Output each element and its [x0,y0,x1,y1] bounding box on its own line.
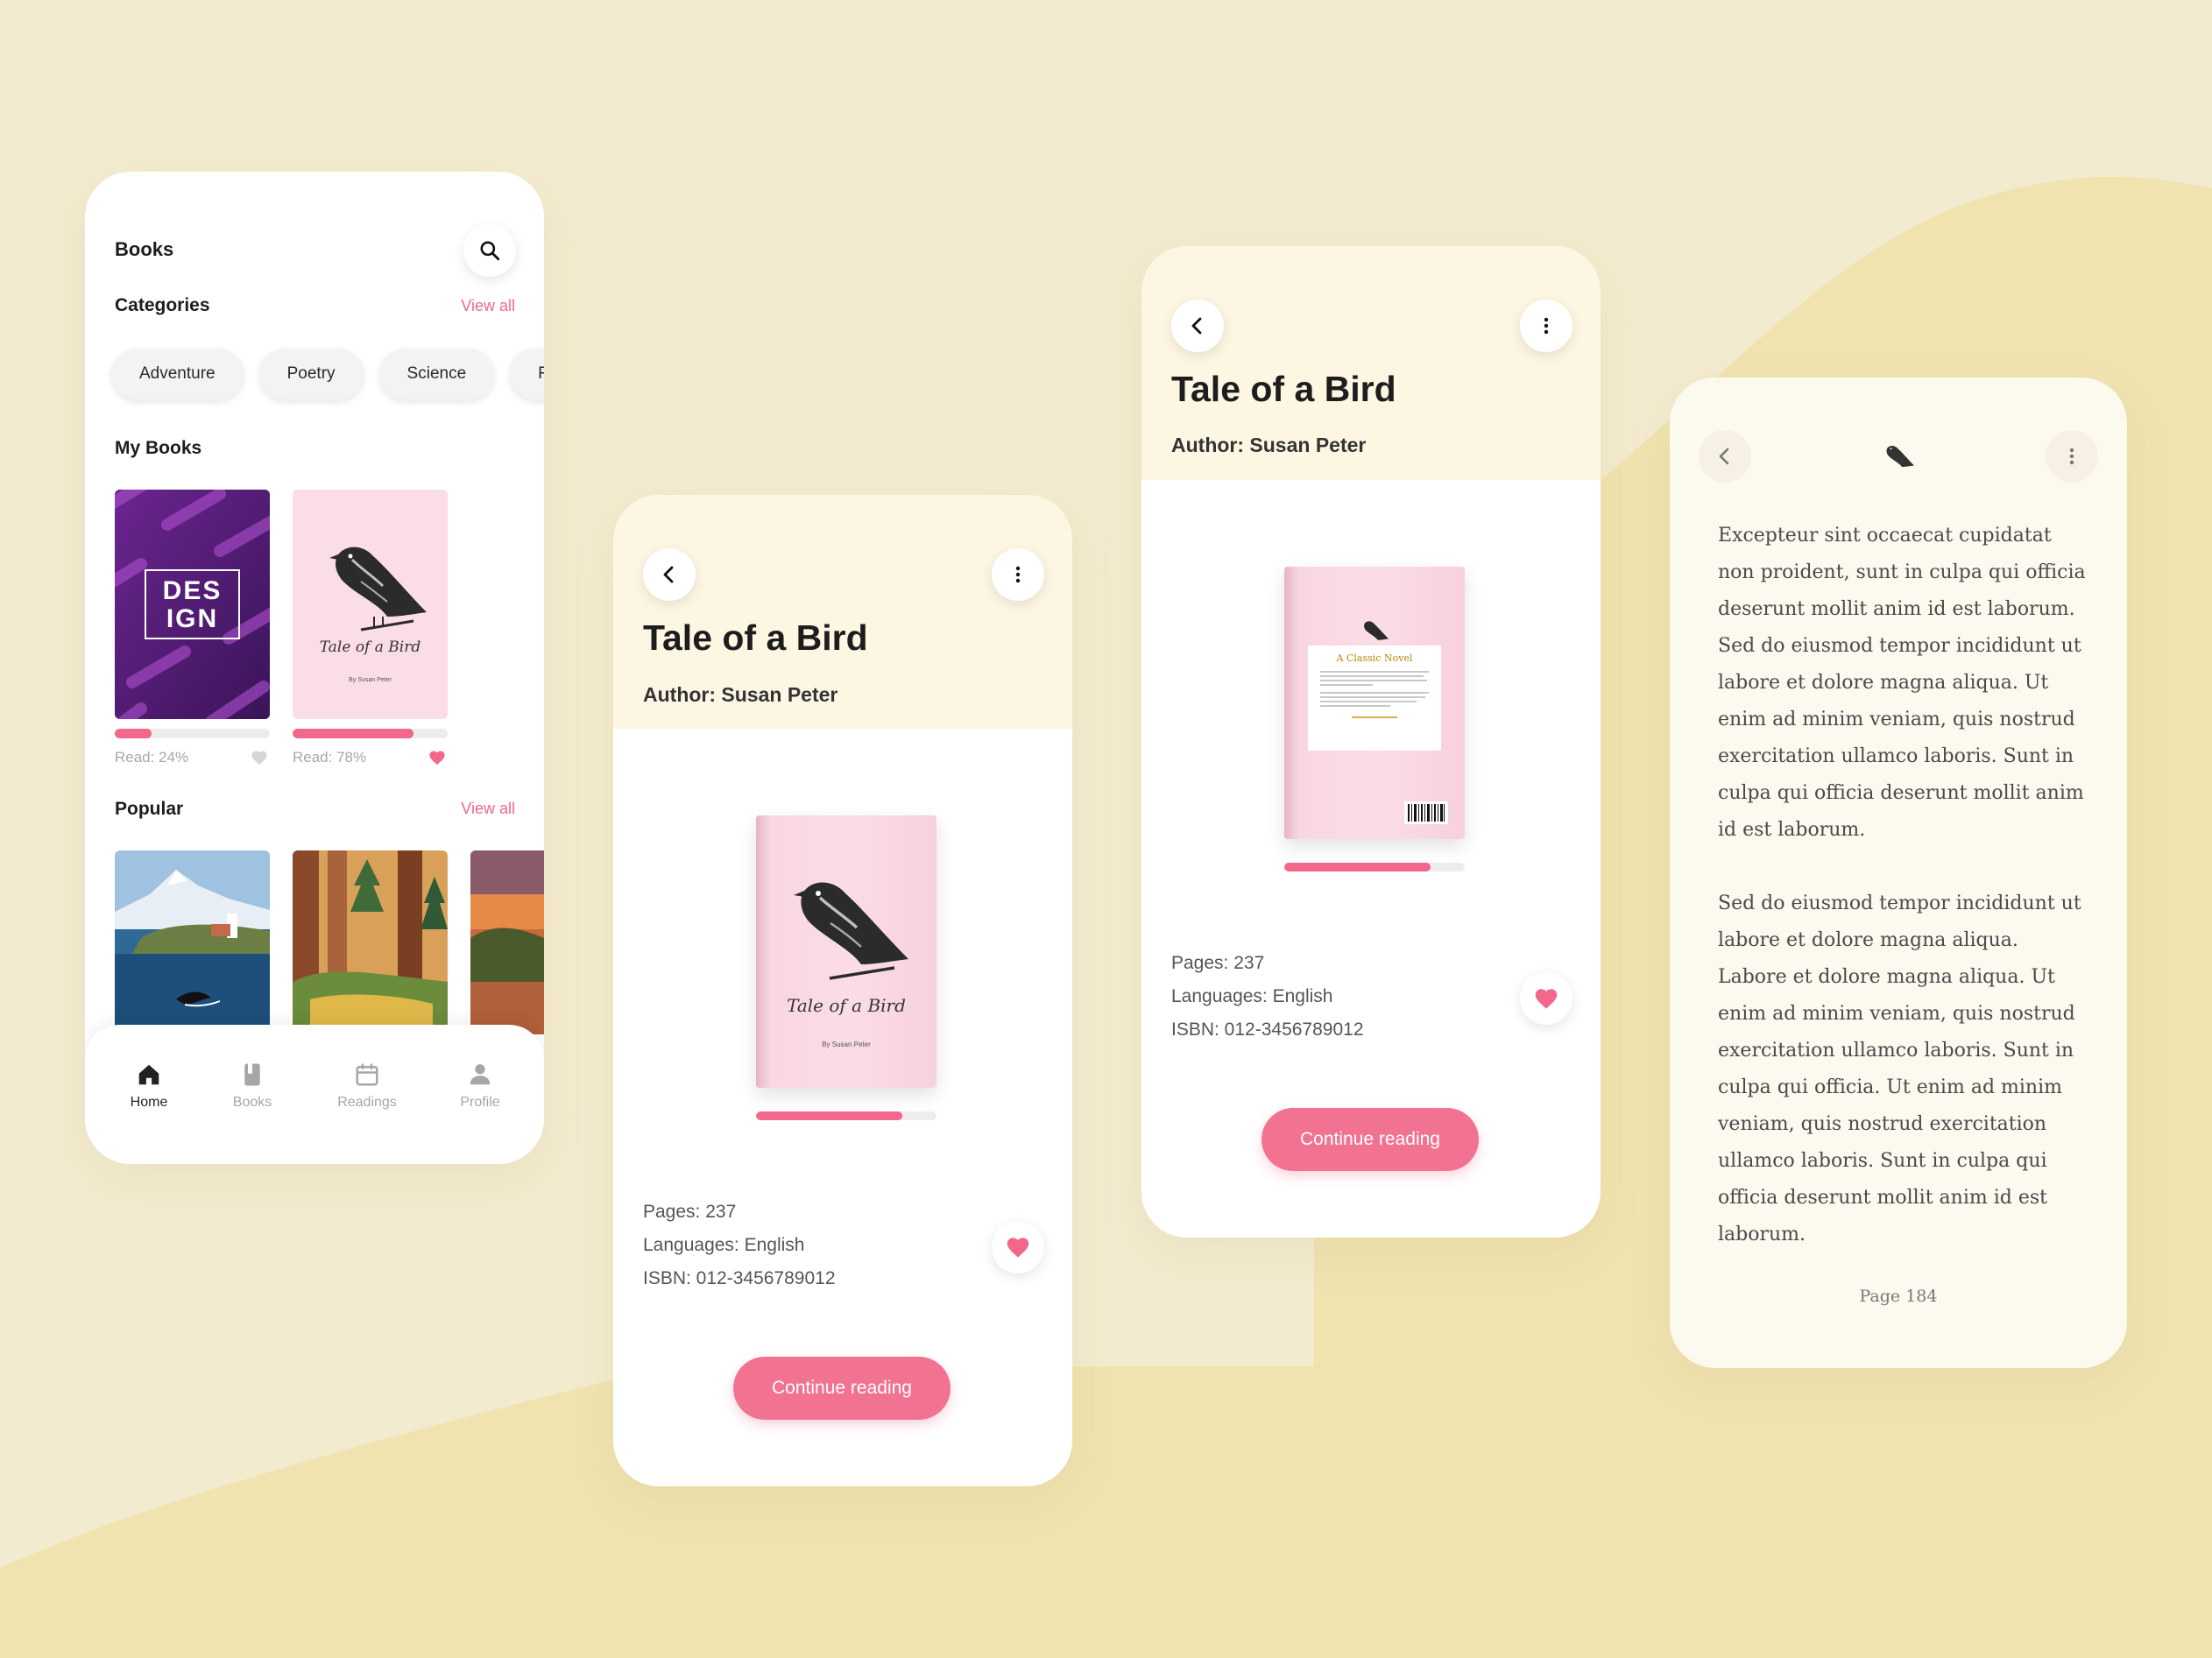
categories-title: Categories [115,295,210,315]
back-button[interactable] [643,548,696,601]
back-cover-heading: A Classic Novel [1336,653,1413,664]
category-chip-more[interactable]: Re [510,349,544,399]
book-author: Author: Susan Peter [643,683,838,706]
book-progress-bar [115,729,270,738]
category-chip-adventure[interactable]: Adventure [111,349,244,399]
languages-label: Languages: English [643,1235,805,1255]
reading-progress-bar [756,1111,936,1120]
book-read-label: Read: 24% [115,749,189,766]
book-meta: Pages: 237 Languages: English ISBN: 012-… [643,1196,836,1295]
more-vertical-icon [1015,566,1021,583]
pages-label: Pages: 237 [1171,953,1265,973]
bird-cover-title: Tale of a Bird [319,639,421,656]
pages-label: Pages: 237 [643,1202,737,1222]
barcode-icon [1404,801,1448,824]
profile-icon [470,1064,491,1085]
heart-filled-icon [1535,989,1558,1009]
reader-paragraph: Excepteur sint occaecat cupidatat non pr… [1718,525,2086,841]
more-options-button[interactable] [2046,430,2098,483]
cover-title: Tale of a Bird [787,995,906,1016]
tab-label: Readings [337,1095,397,1110]
popular-book-forest[interactable] [293,850,448,1034]
popular-view-all-link[interactable]: View all [461,800,515,818]
book-cover-back[interactable]: A Classic Novel [1284,567,1465,839]
heart-filled-icon [1007,1238,1029,1258]
search-icon [480,241,500,261]
popular-title: Popular [115,799,184,819]
more-options-button[interactable] [1520,300,1572,352]
book-meta: Pages: 237 Languages: English ISBN: 012-… [1171,947,1364,1047]
bird-cover-byline: By Susan Peter [349,677,392,683]
book-read-label: Read: 78% [293,749,367,766]
bottom-tab-bar: Home Books Readings Profile [85,1025,544,1164]
book-icon [244,1063,260,1086]
languages-label: Languages: English [1171,986,1333,1006]
book-cover-design[interactable]: DES IGN [115,490,270,719]
more-vertical-icon [1544,317,1549,335]
popular-book-sunset[interactable] [470,850,544,1034]
reader-paragraph: Sed do eiusmod tempor incididunt ut labo… [1718,892,2081,1245]
tab-label: Home [130,1095,168,1110]
chevron-left-icon [663,566,674,583]
cover-byline: By Susan Peter [822,1041,871,1048]
small-bird-icon [1364,621,1389,640]
category-chips: Adventure Poetry Science Re [111,349,544,399]
book-detail-screen: Tale of a Bird Author: Susan Peter Tale … [613,495,1072,1486]
calendar-icon [356,1063,378,1086]
chevron-left-icon [1719,448,1729,465]
book-title: Tale of a Bird [1171,369,1396,409]
popular-book-lighthouse[interactable] [115,850,270,1034]
reader-screen: Excepteur sint occaecat cupidatat non pr… [1670,377,2127,1368]
tab-profile[interactable]: Profile [432,1062,528,1111]
home-screen: Books Categories View all Adventure Poet… [85,172,544,1164]
chevron-left-icon [1191,317,1202,335]
reader-text: Excepteur sint occaecat cupidatat non pr… [1718,518,2086,1290]
isbn-label: ISBN: 012-3456789012 [643,1268,836,1288]
book-title: Tale of a Bird [643,617,868,658]
continue-reading-button[interactable]: Continue reading [1261,1108,1479,1171]
reading-progress-bar [1284,863,1465,871]
heart-outline-icon[interactable] [251,750,268,766]
continue-reading-button[interactable]: Continue reading [733,1357,951,1420]
bird-logo-icon [1886,446,1914,468]
book-cover-tale-of-a-bird[interactable]: Tale of a Bird By Susan Peter [293,490,448,719]
tab-readings[interactable]: Readings [319,1062,415,1111]
search-button[interactable] [463,224,516,277]
more-options-button[interactable] [992,548,1044,601]
heart-filled-icon[interactable] [428,750,446,766]
book-detail-back-cover-screen: Tale of a Bird Author: Susan Peter A Cla… [1141,246,1601,1238]
categories-view-all-link[interactable]: View all [461,297,515,315]
tab-label: Books [232,1095,272,1110]
home-icon [138,1064,159,1085]
category-chip-science[interactable]: Science [378,349,495,399]
bird-illustration [329,547,427,631]
book-author: Author: Susan Peter [1171,434,1367,456]
back-cover-text-lines [1320,671,1429,718]
back-button[interactable] [1171,300,1224,352]
bird-illustration [794,882,908,980]
my-books-title: My Books [115,438,202,458]
screen-title: Books [115,238,174,260]
page-number: Page 184 [1859,1287,1938,1306]
favorite-button[interactable] [992,1221,1044,1273]
tab-label: Profile [460,1095,500,1110]
isbn-label: ISBN: 012-3456789012 [1171,1019,1364,1040]
back-cover-card: A Classic Novel [1308,646,1441,751]
more-vertical-icon [2069,448,2074,465]
design-cover-text: DES IGN [162,576,223,633]
book-cover-front[interactable]: Tale of a Bird By Susan Peter [756,815,936,1088]
category-chip-poetry[interactable]: Poetry [258,349,364,399]
favorite-button[interactable] [1520,972,1572,1025]
tab-home[interactable]: Home [101,1062,197,1111]
tab-books[interactable]: Books [204,1062,300,1111]
book-progress-bar [293,729,448,738]
back-button[interactable] [1699,430,1751,483]
